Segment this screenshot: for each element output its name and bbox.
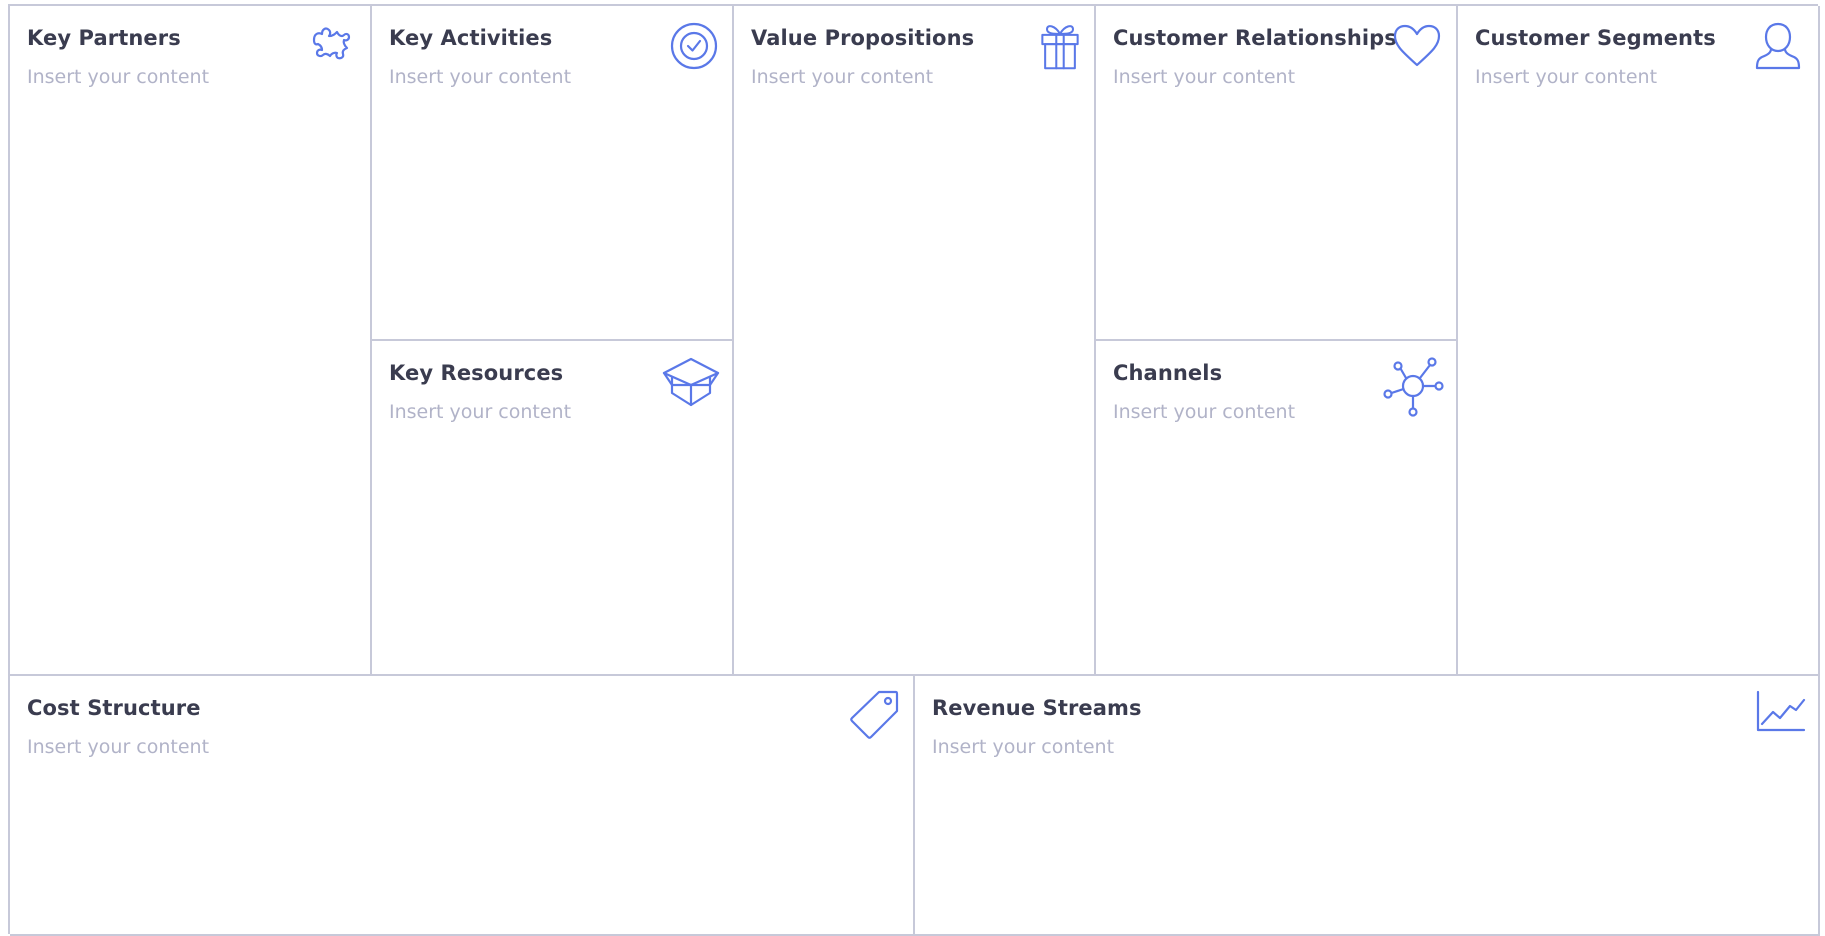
customer-relationships-content[interactable]: Insert your content	[1113, 66, 1295, 88]
channels-block[interactable]: Channels Insert your content	[1096, 341, 1458, 676]
key-resources-content[interactable]: Insert your content	[389, 401, 571, 423]
revenue-streams-title: Revenue Streams	[932, 696, 1142, 720]
key-activities-title: Key Activities	[389, 26, 553, 50]
key-activities-block[interactable]: Key Activities Insert your content	[372, 6, 734, 341]
gift-icon	[1038, 20, 1082, 72]
key-partners-block[interactable]: Key Partners Insert your content	[10, 6, 372, 676]
customer-relationships-title: Customer Relationships	[1113, 26, 1397, 50]
network-icon	[1382, 355, 1444, 417]
business-model-canvas: Key Partners Insert your content Key Act…	[8, 4, 1820, 936]
key-activities-content[interactable]: Insert your content	[389, 66, 571, 88]
revenue-streams-content[interactable]: Insert your content	[932, 736, 1114, 758]
key-resources-block[interactable]: Key Resources Insert your content	[372, 341, 734, 676]
cost-structure-content[interactable]: Insert your content	[27, 736, 209, 758]
customer-segments-title: Customer Segments	[1475, 26, 1716, 50]
revenue-streams-block[interactable]: Revenue Streams Insert your content	[915, 676, 1820, 936]
user-icon	[1754, 20, 1802, 72]
value-propositions-content[interactable]: Insert your content	[751, 66, 933, 88]
price-tag-icon	[849, 688, 901, 740]
channels-content[interactable]: Insert your content	[1113, 401, 1295, 423]
customer-segments-content[interactable]: Insert your content	[1475, 66, 1657, 88]
customer-relationships-block[interactable]: Customer Relationships Insert your conte…	[1096, 6, 1458, 341]
customer-segments-block[interactable]: Customer Segments Insert your content	[1458, 6, 1820, 676]
value-propositions-block[interactable]: Value Propositions Insert your content	[734, 6, 1096, 676]
key-partners-content[interactable]: Insert your content	[27, 66, 209, 88]
key-resources-title: Key Resources	[389, 361, 564, 385]
channels-title: Channels	[1113, 361, 1223, 385]
cost-structure-block[interactable]: Cost Structure Insert your content	[10, 676, 915, 936]
check-circle-icon	[668, 20, 720, 72]
heart-icon	[1392, 20, 1442, 72]
key-partners-title: Key Partners	[27, 26, 181, 50]
cost-structure-title: Cost Structure	[27, 696, 201, 720]
puzzle-icon	[306, 20, 358, 72]
value-propositions-title: Value Propositions	[751, 26, 975, 50]
box-icon	[660, 355, 722, 407]
line-chart-icon	[1756, 690, 1806, 732]
